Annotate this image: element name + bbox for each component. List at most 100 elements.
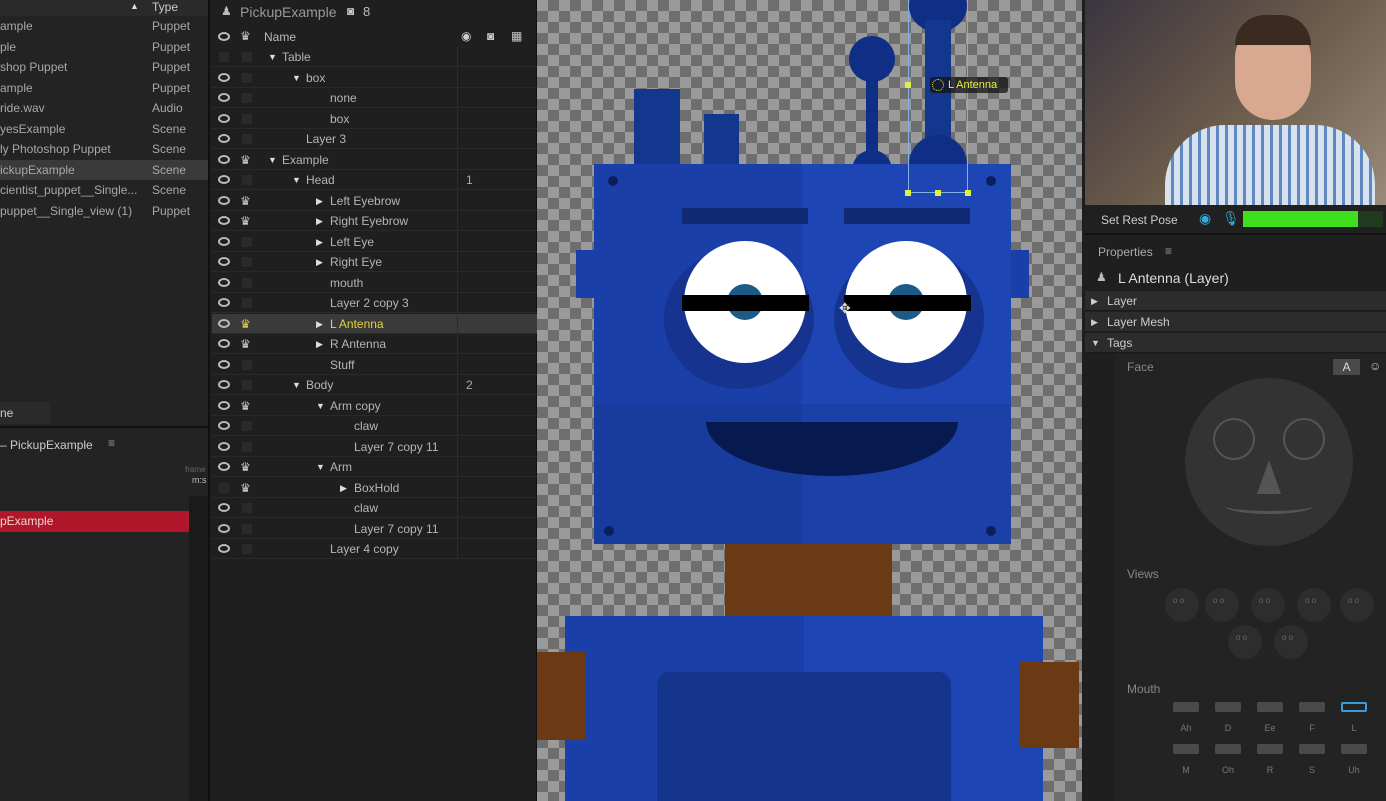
layer-row[interactable]: ♛ ▼ Example (212, 149, 537, 170)
layer-row[interactable]: mouth (212, 272, 537, 293)
view-face-thumbnail[interactable]: o o (1228, 625, 1262, 659)
crown-toggle[interactable] (242, 175, 252, 185)
sort-triangle-up-icon[interactable]: ▲ (130, 1, 139, 11)
visibility-eye-icon[interactable] (218, 216, 230, 225)
crown-icon[interactable]: ♛ (240, 211, 251, 231)
visibility-eye-icon[interactable] (218, 175, 230, 184)
layer-row[interactable]: ♛ ▶ L Antenna (212, 313, 537, 334)
handle[interactable] (935, 190, 941, 196)
robot-head[interactable] (594, 164, 1011, 544)
visibility-eye-icon[interactable] (218, 93, 230, 102)
crown-icon[interactable]: ♛ (240, 191, 251, 211)
layer-row[interactable]: Layer 7 copy 11 (212, 518, 537, 539)
visibility-eye-icon[interactable] (218, 421, 230, 430)
mouth-shape-thumbnail[interactable] (1299, 702, 1325, 712)
visibility-eye-icon[interactable] (218, 339, 230, 348)
crown-toggle[interactable] (242, 523, 252, 534)
layer-row[interactable]: claw (212, 416, 537, 436)
mouth-shape-thumbnail[interactable] (1257, 702, 1283, 712)
menu-icon[interactable]: ≡ (108, 436, 115, 450)
visibility-eye-icon[interactable] (218, 195, 230, 205)
expand-down-icon[interactable]: ▼ (316, 457, 325, 477)
visibility-eye-icon[interactable] (218, 277, 230, 287)
visibility-eye-icon[interactable] (218, 359, 230, 369)
handle[interactable] (965, 190, 971, 196)
crown-toggle[interactable] (242, 93, 252, 103)
keyboard-icon[interactable]: ▦ (511, 29, 522, 43)
expand-right-icon[interactable]: ▶ (316, 211, 323, 231)
visibility-eye-icon[interactable] (218, 257, 230, 266)
timeline-track[interactable]: pExample (0, 511, 189, 532)
layer-row[interactable]: ▼ box (212, 67, 537, 88)
crown-icon[interactable]: ♛ (240, 314, 251, 334)
crown-toggle[interactable] (242, 298, 252, 308)
crown-icon[interactable]: ♛ (240, 150, 251, 170)
section-layer-mesh[interactable]: ▶ Layer Mesh (1085, 312, 1386, 332)
view-face-thumbnail[interactable]: o o (1205, 588, 1239, 622)
mouth-shape-thumbnail[interactable] (1215, 744, 1241, 754)
crown-icon[interactable]: ♛ (240, 457, 251, 477)
mouth-shape-thumbnail[interactable] (1299, 744, 1325, 754)
type-column-header[interactable]: Type (152, 0, 178, 14)
face-tag-diagram[interactable] (1185, 378, 1353, 546)
visibility-eye-icon[interactable] (218, 441, 230, 451)
crown-icon[interactable]: ♛ (240, 334, 251, 354)
expand-down-icon[interactable]: ▼ (268, 150, 277, 170)
face-mode-smiley-icon[interactable]: ☺ (1369, 359, 1381, 373)
microphone-icon[interactable]: 🎙 (1222, 210, 1240, 227)
layer-row[interactable]: ♛ ▼ Arm (212, 457, 537, 477)
view-face-thumbnail[interactable]: o o (1165, 588, 1199, 622)
crown-toggle[interactable] (242, 503, 252, 513)
layer-row[interactable]: ♛ ▶ Left Eyebrow (212, 190, 537, 211)
layer-row[interactable]: ▼ Head 1 (212, 170, 537, 190)
layer-row[interactable]: ♛ ▶ Right Eyebrow (212, 211, 537, 231)
visibility-eye-icon[interactable] (218, 523, 230, 533)
crown-toggle[interactable] (242, 380, 252, 390)
project-item[interactable]: ride.wav Audio (0, 98, 208, 118)
view-face-thumbnail[interactable]: o o (1274, 625, 1308, 659)
layer-row[interactable]: ▼ Table (212, 47, 537, 67)
webcam-icon[interactable]: ◉ (1199, 210, 1211, 227)
visibility-eye-icon[interactable] (218, 503, 230, 512)
layer-row[interactable]: ▼ Body 2 (212, 375, 537, 395)
layer-row[interactable]: Layer 3 (212, 129, 537, 149)
crown-toggle[interactable] (242, 421, 252, 431)
handle[interactable] (905, 82, 911, 88)
expand-down-icon[interactable]: ▼ (316, 396, 325, 416)
layer-row[interactable]: ♛ ▼ Arm copy (212, 395, 537, 416)
project-item[interactable]: ple Puppet (0, 37, 208, 57)
mouth-shape-thumbnail[interactable] (1341, 744, 1367, 754)
target-icon[interactable]: ◉ (461, 29, 471, 43)
menu-icon[interactable]: ≡ (1165, 244, 1172, 258)
crown-icon[interactable]: ♛ (240, 396, 251, 416)
expand-right-icon[interactable]: ▶ (316, 252, 323, 272)
crown-icon[interactable]: ♛ (240, 29, 251, 43)
visibility-eye-icon[interactable] (218, 318, 230, 328)
camera-column-icon[interactable]: ◙ (487, 29, 494, 43)
section-layer[interactable]: ▶ Layer (1085, 291, 1386, 311)
expand-down-icon[interactable]: ▼ (292, 375, 301, 395)
mouth-shape-thumbnail[interactable] (1341, 702, 1367, 712)
view-face-thumbnail[interactable]: o o (1251, 588, 1285, 622)
layer-row[interactable]: Layer 7 copy 11 (212, 436, 537, 457)
visibility-eye-icon[interactable] (218, 154, 230, 164)
visibility-eye-icon[interactable] (218, 113, 230, 123)
visibility-eye-icon[interactable] (218, 134, 230, 143)
mouth-shape-thumbnail[interactable] (1173, 744, 1199, 754)
project-item[interactable]: shop Puppet Puppet (0, 57, 208, 77)
visibility-toggle[interactable] (219, 52, 229, 62)
visibility-eye-icon[interactable] (218, 32, 230, 41)
visibility-eye-icon[interactable] (218, 380, 230, 389)
project-item[interactable]: ickupExample Scene (0, 159, 208, 180)
project-item[interactable]: ample Puppet (0, 16, 208, 36)
expand-down-icon[interactable]: ▼ (268, 47, 277, 67)
visibility-eye-icon[interactable] (218, 400, 230, 410)
layer-row[interactable]: box (212, 108, 537, 129)
name-column-header[interactable]: Name (264, 30, 296, 44)
expand-right-icon[interactable]: ▶ (316, 191, 323, 211)
layer-row[interactable]: claw (212, 498, 537, 518)
expand-right-icon[interactable]: ▶ (340, 478, 347, 498)
project-tab[interactable]: ne (0, 402, 50, 424)
expand-down-icon[interactable]: ▼ (292, 68, 301, 88)
crown-toggle[interactable] (242, 236, 252, 247)
